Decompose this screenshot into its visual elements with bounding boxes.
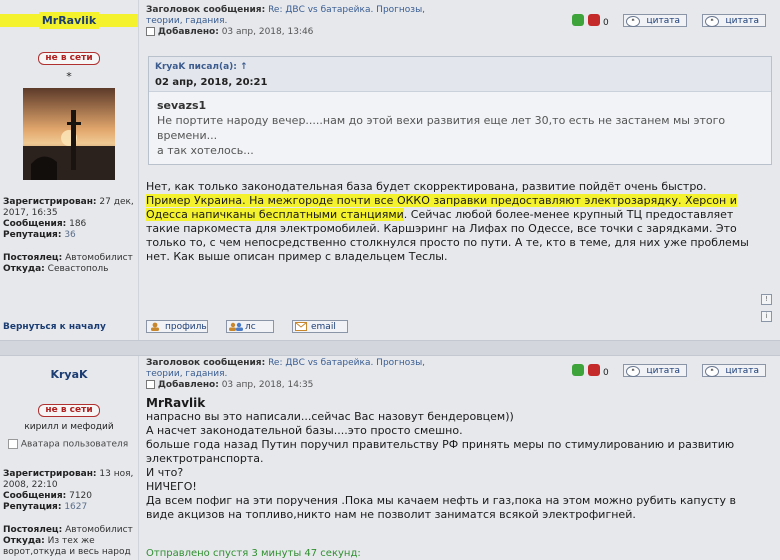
quote-author[interactable]: KryaK писал(а): ↑ <box>155 62 248 72</box>
profile-buttons: профиль лс email <box>146 320 406 334</box>
post-header: Заголовок сообщения: Re: ДВС vs батарейк… <box>146 358 426 390</box>
post-separator <box>0 340 780 356</box>
highlighted-text: Пример Украина. На межгороде почти все О… <box>146 194 737 207</box>
body-line: такие паркоместа для электромобилей. Кар… <box>146 222 737 235</box>
messages-info: Сообщения: 7120 <box>3 491 92 501</box>
body-line: только то, с чем непосредственно столкну… <box>146 236 749 249</box>
author-name[interactable]: MrRavlik <box>0 12 138 29</box>
post-body: Нет, как только законодательная база буд… <box>146 180 772 264</box>
body-line: электротранспорта. <box>146 452 264 465</box>
rate-up-icon[interactable] <box>572 14 584 26</box>
user-title: кирилл и мефодий <box>24 422 114 432</box>
location-info: Откуда: Севастополь <box>3 264 109 274</box>
post-2-content: Заголовок сообщения: Re: ДВС vs батарейк… <box>140 356 780 560</box>
body-line: больше года назад Путин поручил правител… <box>146 438 735 451</box>
body-line: А насчет законодательной базы....это про… <box>146 424 463 437</box>
quote-button[interactable]: ❝ цитата <box>623 364 687 377</box>
registered-info: Зарегистрирован: 13 ноя, 2008, 22:10 <box>3 469 134 490</box>
envelope-icon <box>295 322 307 331</box>
body-line: Да всем пофиг на эти поручения .Пока мы … <box>146 494 737 507</box>
rating-count: 0 <box>603 18 609 28</box>
author-name[interactable]: KryaK <box>0 368 138 381</box>
quote-line: а так хотелось... <box>157 144 254 157</box>
profile-icon <box>149 322 161 331</box>
avatar <box>23 88 115 180</box>
body-line: Одесса напичканы бесплатными станциями. … <box>146 208 734 221</box>
quote-line: времени... <box>157 129 218 142</box>
post-2-author-panel: KryaK не в сети кирилл и мефодий Аватара… <box>0 356 139 560</box>
reputation-info: Репутация: 1627 <box>3 502 88 512</box>
body-line: Нет, как только законодательная база буд… <box>146 180 707 193</box>
body-line: НИЧЕГО! <box>146 480 197 493</box>
registered-info: Зарегистрирован: 27 дек, 2017, 16:35 <box>3 197 134 218</box>
quote-button[interactable]: ❝ цитата <box>702 364 766 377</box>
quote-header: KryaK писал(а): ↑ 02 апр, 2018, 20:21 <box>149 57 771 92</box>
body-line: напрасно вы это написали...сейчас Вас на… <box>146 410 514 423</box>
regular-info: Постоялец: Автомобилист <box>3 253 133 263</box>
reputation-info: Репутация: 36 <box>3 230 76 240</box>
back-to-top-link[interactable]: Вернуться к началу <box>3 322 106 332</box>
quote-icon: ❝ <box>705 16 719 27</box>
quote-nested-name: sevazs1 <box>157 99 207 112</box>
post-body: MrRavlik напрасно вы это написали...сейч… <box>146 396 772 522</box>
users-icon <box>229 322 243 331</box>
quote-icon: ❝ <box>626 16 640 27</box>
quote-date: 02 апр, 2018, 20:21 <box>155 77 268 88</box>
post-actions: 0 ❝ цитата ❝ цитата <box>572 14 772 28</box>
pm-button[interactable]: лс <box>226 320 274 333</box>
rate-down-icon[interactable] <box>588 364 600 376</box>
regular-info: Постоялец: Автомобилист <box>3 525 133 535</box>
quote-body: sevazs1 Не портите народу вечер.....нам … <box>149 92 771 164</box>
addressee-name: MrRavlik <box>146 396 206 410</box>
quote-icon: ❝ <box>705 366 719 377</box>
status-badge: не в сети <box>38 404 100 417</box>
post-icon <box>146 27 155 36</box>
location-info: Откуда: Из тех же ворот,откуда и весь на… <box>3 536 131 557</box>
avatar: Аватара пользователя <box>8 439 138 450</box>
messages-info: Сообщения: 186 <box>3 219 87 229</box>
quote-block: KryaK писал(а): ↑ 02 апр, 2018, 20:21 se… <box>148 56 772 165</box>
body-line: И что? <box>146 466 184 479</box>
highlighted-text: Одесса напичканы бесплатными станциями <box>146 208 404 221</box>
rate-down-icon[interactable] <box>588 14 600 26</box>
rate-up-icon[interactable] <box>572 364 584 376</box>
quote-button[interactable]: ❝ цитата <box>702 14 766 27</box>
rank-star: * <box>66 70 72 83</box>
body-line: нет. Как выше описан пример с владельцем… <box>146 250 448 263</box>
info-icon[interactable]: i <box>761 311 772 322</box>
post-header: Заголовок сообщения: Re: ДВС vs батарейк… <box>146 5 426 37</box>
post-1-author-panel: MrRavlik не в сети * Зарегистрирован: 27… <box>0 0 139 340</box>
post-1: MrRavlik не в сети * Зарегистрирован: 27… <box>0 0 780 340</box>
post-2: KryaK не в сети кирилл и мефодий Аватара… <box>0 356 780 560</box>
status-badge: не в сети <box>38 52 100 65</box>
body-line: Пример Украина. На межгороде почти все О… <box>146 194 772 208</box>
sent-after-note: Отправлено спустя 3 минуты 47 секунд: <box>146 548 361 559</box>
quote-button[interactable]: ❝ цитата <box>623 14 687 27</box>
report-icon[interactable]: ! <box>761 294 772 305</box>
post-1-content: Заголовок сообщения: Re: ДВС vs батарейк… <box>140 0 780 340</box>
body-line: виде акцизов на топливо,никто нам не поз… <box>146 508 636 521</box>
profile-button[interactable]: профиль <box>146 320 208 333</box>
broken-image-icon <box>8 439 18 449</box>
quote-line: Не портите народу вечер.....нам до этой … <box>157 114 726 127</box>
rating-count: 0 <box>603 368 609 378</box>
quote-icon: ❝ <box>626 366 640 377</box>
email-button[interactable]: email <box>292 320 348 333</box>
post-actions: 0 ❝ цитата ❝ цитата <box>572 364 772 378</box>
post-icon <box>146 380 155 389</box>
